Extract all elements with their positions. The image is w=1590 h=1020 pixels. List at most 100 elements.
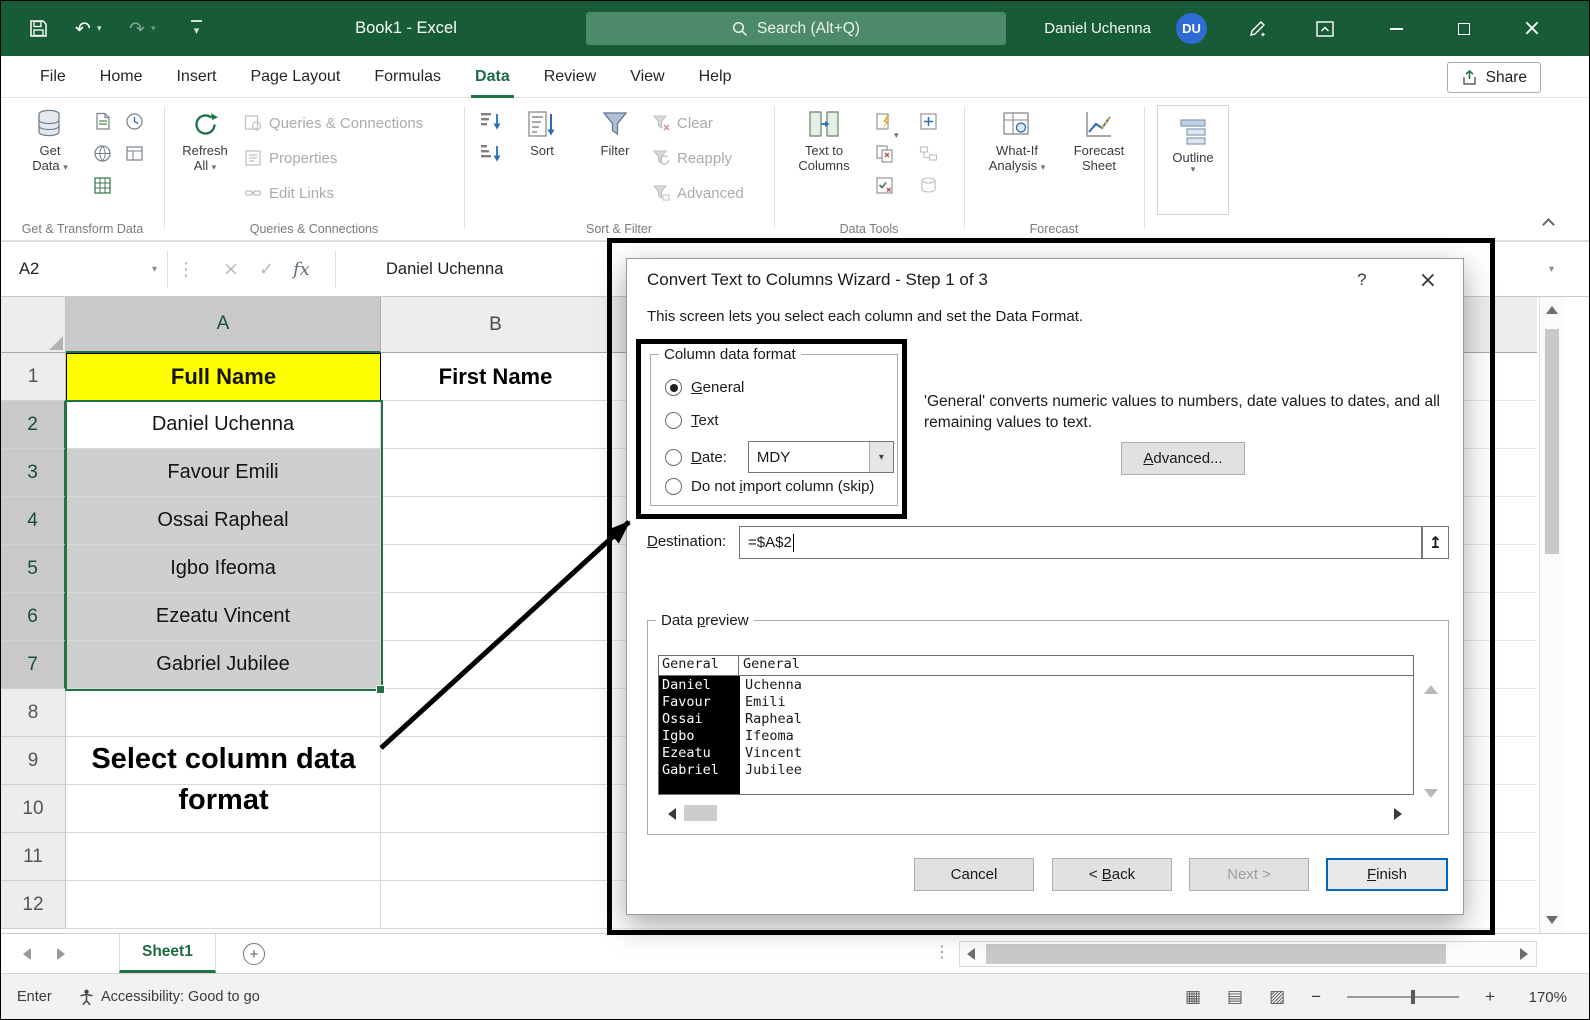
row-header-3[interactable]: 3	[1, 449, 66, 497]
name-box[interactable]: A2 ▾	[1, 242, 167, 296]
new-sheet-button[interactable]: +	[243, 943, 265, 965]
cell-b12[interactable]	[381, 881, 611, 929]
close-button[interactable]: ×	[1509, 1, 1555, 56]
forecast-sheet-button[interactable]: Forecast Sheet	[1063, 105, 1135, 173]
search-box[interactable]: Search (Alt+Q)	[586, 12, 1006, 45]
advanced-button[interactable]: Advanced...	[1121, 442, 1245, 475]
dialog-close-icon[interactable]: ×	[1419, 268, 1437, 293]
cell-b1[interactable]: First Name	[381, 353, 611, 401]
cell-a8[interactable]	[66, 689, 381, 737]
insert-function-icon[interactable]: fx	[293, 242, 310, 296]
collapse-dialog-range-button[interactable]: ↥	[1422, 526, 1449, 559]
cell-b2[interactable]	[381, 401, 611, 449]
help-icon[interactable]: ?	[1357, 270, 1366, 290]
cell-b3[interactable]	[381, 449, 611, 497]
sheet-nav-left-icon[interactable]	[23, 948, 31, 960]
cell-a1[interactable]: Full Name	[66, 353, 381, 401]
sheet-tab-sheet1[interactable]: Sheet1	[119, 934, 216, 973]
cell-a7[interactable]: Gabriel Jubilee	[66, 641, 381, 689]
undo-dropdown-icon[interactable]: ▾	[97, 1, 102, 56]
from-web-icon[interactable]	[89, 140, 115, 166]
destination-input[interactable]: =$A$2	[739, 526, 1422, 559]
tab-home[interactable]: Home	[83, 56, 160, 98]
edit-links-item[interactable]: Edit Links	[244, 180, 334, 206]
tab-scrollbar-splitter-icon[interactable]: ⋮	[934, 942, 950, 961]
customize-quick-access-icon[interactable]: ▾	[191, 1, 202, 56]
row-header-11[interactable]: 11	[1, 833, 66, 881]
zoom-slider-thumb[interactable]	[1411, 990, 1415, 1004]
zoom-out-button[interactable]: −	[1311, 987, 1321, 1007]
zoom-slider[interactable]	[1347, 990, 1459, 1004]
what-if-analysis-button[interactable]: What-If Analysis ▾	[977, 105, 1057, 174]
consolidate-icon[interactable]	[915, 108, 941, 134]
zoom-level[interactable]: 170%	[1521, 989, 1567, 1006]
cell-a6[interactable]: Ezeatu Vincent	[66, 593, 381, 641]
tab-view[interactable]: View	[613, 56, 681, 98]
preview-col2[interactable]: Uchenna Emili Rapheal Ifeoma Vincent Jub…	[740, 676, 1413, 794]
from-table-range-icon[interactable]	[89, 172, 115, 198]
cell-a5[interactable]: Igbo Ifeoma	[66, 545, 381, 593]
sort-button[interactable]: Sort	[513, 105, 571, 158]
hscroll-left-icon[interactable]	[967, 948, 975, 960]
preview-scroll-down-icon[interactable]	[1424, 789, 1438, 798]
cell-a12[interactable]	[66, 881, 381, 929]
row-header-12[interactable]: 12	[1, 881, 66, 929]
radio-text[interactable]: Text	[665, 412, 719, 429]
vertical-scroll-thumb[interactable]	[1545, 329, 1559, 554]
formula-content[interactable]: Daniel Uchenna	[386, 242, 503, 296]
preview-col1-header[interactable]: General	[658, 655, 739, 676]
outline-button[interactable]: Outline ▾	[1157, 105, 1229, 215]
minimize-button[interactable]	[1373, 1, 1419, 56]
recent-sources-icon[interactable]	[121, 108, 147, 134]
cell-b10[interactable]	[381, 785, 611, 833]
cell-b6[interactable]	[381, 593, 611, 641]
date-format-dropdown-icon[interactable]: ▾	[869, 442, 893, 472]
normal-view-icon[interactable]: ▦	[1185, 987, 1201, 1007]
row-header-4[interactable]: 4	[1, 497, 66, 545]
cell-b9[interactable]	[381, 737, 611, 785]
row-header-5[interactable]: 5	[1, 545, 66, 593]
preview-table[interactable]: General General Daniel Favour Ossai Igbo…	[658, 655, 1414, 795]
advanced-filter-item[interactable]: Advanced	[653, 180, 744, 206]
refresh-all-button[interactable]: Refresh All ▾	[173, 105, 237, 174]
tab-review[interactable]: Review	[527, 56, 613, 98]
horizontal-scrollbar[interactable]	[959, 941, 1537, 967]
sort-descending-icon[interactable]	[478, 141, 504, 167]
text-to-columns-button[interactable]: Text to Columns	[787, 105, 861, 173]
cell-a2[interactable]: Daniel Uchenna	[66, 401, 381, 449]
row-header-1[interactable]: 1	[1, 353, 66, 401]
relationships-icon[interactable]	[915, 140, 941, 166]
tab-help[interactable]: Help	[682, 56, 749, 98]
page-layout-view-icon[interactable]: ▤	[1227, 987, 1243, 1007]
share-button[interactable]: Share	[1447, 62, 1541, 93]
finish-button[interactable]: Finish	[1326, 858, 1448, 891]
select-all-corner[interactable]	[1, 297, 66, 353]
hscroll-right-icon[interactable]	[1520, 948, 1528, 960]
tab-file[interactable]: File	[23, 56, 83, 98]
sparkle-pen-icon[interactable]	[1247, 1, 1267, 56]
row-header-7[interactable]: 7	[1, 641, 66, 689]
clear-filter-item[interactable]: Clear	[653, 110, 713, 136]
save-icon[interactable]	[29, 1, 48, 56]
back-button[interactable]: < Back	[1052, 858, 1172, 891]
sort-ascending-icon[interactable]	[478, 109, 504, 135]
preview-hscroll-thumb[interactable]	[684, 805, 717, 821]
row-header-8[interactable]: 8	[1, 689, 66, 737]
radio-date[interactable]: Date: MDY ▾	[665, 441, 894, 473]
date-format-select[interactable]: MDY ▾	[748, 441, 894, 473]
existing-connections-icon[interactable]	[121, 140, 147, 166]
preview-scroll-up-icon[interactable]	[1424, 685, 1438, 694]
properties-item[interactable]: Properties	[244, 145, 337, 171]
row-header-6[interactable]: 6	[1, 593, 66, 641]
vertical-scrollbar[interactable]	[1539, 297, 1563, 933]
manage-data-model-icon[interactable]	[915, 172, 941, 198]
redo-dropdown-icon[interactable]: ▾	[151, 1, 156, 56]
fill-handle[interactable]	[376, 685, 385, 694]
redo-icon[interactable]: ↷	[129, 1, 145, 56]
data-validation-dropdown-icon[interactable]: ▾	[894, 123, 899, 149]
tab-formulas[interactable]: Formulas	[357, 56, 458, 98]
preview-scroll-right-icon[interactable]	[1394, 808, 1402, 820]
cell-a4[interactable]: Ossai Rapheal	[66, 497, 381, 545]
ribbon-display-options-icon[interactable]	[1315, 1, 1335, 56]
cancel-button[interactable]: Cancel	[914, 858, 1034, 891]
